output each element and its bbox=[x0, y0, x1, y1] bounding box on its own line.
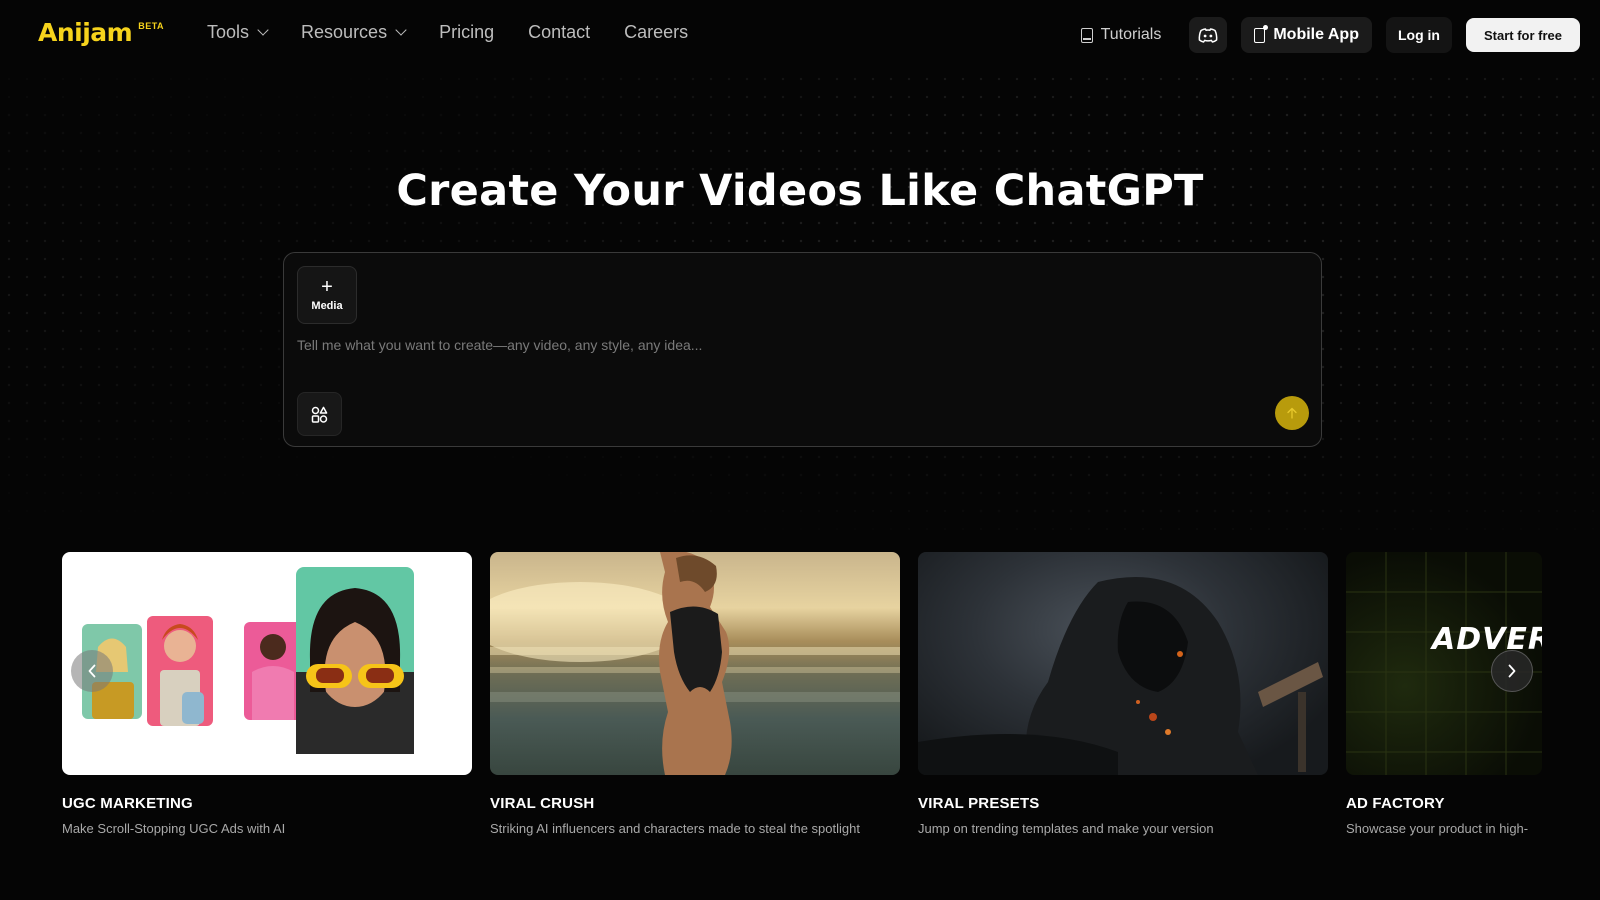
tools-button[interactable] bbox=[297, 392, 342, 436]
feature-carousel: UGC MARKETING Make Scroll-Stopping UGC A… bbox=[62, 552, 1542, 852]
logo[interactable]: Anijam BETA bbox=[38, 18, 164, 47]
nav-resources-label: Resources bbox=[301, 22, 388, 42]
nav-contact-label: Contact bbox=[528, 22, 591, 42]
add-media-button[interactable]: + Media bbox=[297, 266, 357, 324]
carousel-next-button[interactable] bbox=[1491, 650, 1533, 692]
card-description: Jump on trending templates and make your… bbox=[918, 821, 1214, 836]
discord-button[interactable] bbox=[1189, 17, 1228, 53]
card-thumbnail: ADVER bbox=[1346, 552, 1542, 775]
card-thumbnail bbox=[490, 552, 900, 775]
nav-pricing-label: Pricing bbox=[439, 22, 495, 42]
card-title: UGC MARKETING bbox=[62, 795, 193, 812]
beta-badge: BETA bbox=[138, 21, 165, 31]
discord-icon bbox=[1198, 27, 1218, 43]
chevron-right-icon bbox=[1508, 664, 1516, 678]
send-button[interactable] bbox=[1275, 396, 1309, 430]
nav-resources[interactable]: Resources bbox=[301, 22, 407, 43]
book-icon bbox=[1080, 27, 1093, 43]
nav-careers-label: Careers bbox=[624, 22, 689, 42]
hero-title: Create Your Videos Like ChatGPT bbox=[396, 166, 1204, 216]
carousel-prev-button[interactable] bbox=[71, 650, 113, 692]
tutorials-label: Tutorials bbox=[1100, 26, 1162, 43]
arrow-up-icon bbox=[1287, 407, 1297, 419]
mobile-app-button[interactable]: Mobile App bbox=[1241, 17, 1372, 53]
nav-actions: Tutorials Mobile App Log in Start for fr… bbox=[1067, 17, 1580, 53]
card-thumbnail bbox=[62, 552, 472, 775]
beach-scene-image bbox=[490, 552, 900, 775]
prompt-input[interactable] bbox=[297, 337, 1197, 353]
prompt-box: + Media bbox=[283, 252, 1322, 447]
nav-links: Tools Resources Pricing Contact Careers bbox=[207, 22, 688, 43]
card-description: Showcase your product in high- bbox=[1346, 821, 1529, 836]
start-for-free-button[interactable]: Start for free bbox=[1465, 18, 1580, 52]
card-ad-factory[interactable]: ADVER AD FACTORY Showcase your product i… bbox=[1346, 552, 1542, 836]
top-navbar: Anijam BETA Tools Resources Pricing Cont… bbox=[0, 0, 1600, 70]
card-description: Make Scroll-Stopping UGC Ads with AI bbox=[62, 821, 286, 836]
mobile-app-label: Mobile App bbox=[1273, 26, 1359, 43]
nav-careers[interactable]: Careers bbox=[624, 22, 688, 43]
card-ugc-marketing[interactable]: UGC MARKETING Make Scroll-Stopping UGC A… bbox=[62, 552, 472, 836]
plus-icon: + bbox=[321, 276, 333, 298]
media-label: Media bbox=[311, 300, 343, 312]
logo-text: Anijam bbox=[38, 18, 133, 47]
card-title: VIRAL CRUSH bbox=[490, 795, 595, 812]
login-button[interactable]: Log in bbox=[1385, 17, 1452, 53]
card-title: VIRAL PRESETS bbox=[918, 795, 1040, 812]
hooded-figure-image bbox=[918, 577, 1323, 775]
card-viral-crush[interactable]: VIRAL CRUSH Striking AI influencers and … bbox=[490, 552, 900, 836]
phone-icon bbox=[1254, 24, 1269, 43]
card-thumbnail bbox=[918, 552, 1328, 775]
shapes-icon bbox=[311, 406, 328, 423]
ugc-collage-image bbox=[82, 567, 414, 754]
card-description: Striking AI influencers and characters m… bbox=[490, 821, 860, 836]
chevron-left-icon bbox=[88, 664, 96, 678]
tutorials-link[interactable]: Tutorials bbox=[1067, 17, 1176, 53]
nav-tools[interactable]: Tools bbox=[207, 22, 269, 43]
chevron-down-icon bbox=[257, 24, 269, 36]
card-title: AD FACTORY bbox=[1346, 795, 1445, 812]
nav-contact[interactable]: Contact bbox=[528, 22, 590, 43]
nav-tools-label: Tools bbox=[207, 22, 250, 42]
nav-pricing[interactable]: Pricing bbox=[439, 22, 494, 43]
chevron-down-icon bbox=[395, 24, 407, 36]
ad-thumbnail-text: ADVER bbox=[1432, 622, 1542, 657]
card-viral-presets[interactable]: VIRAL PRESETS Jump on trending templates… bbox=[918, 552, 1328, 836]
